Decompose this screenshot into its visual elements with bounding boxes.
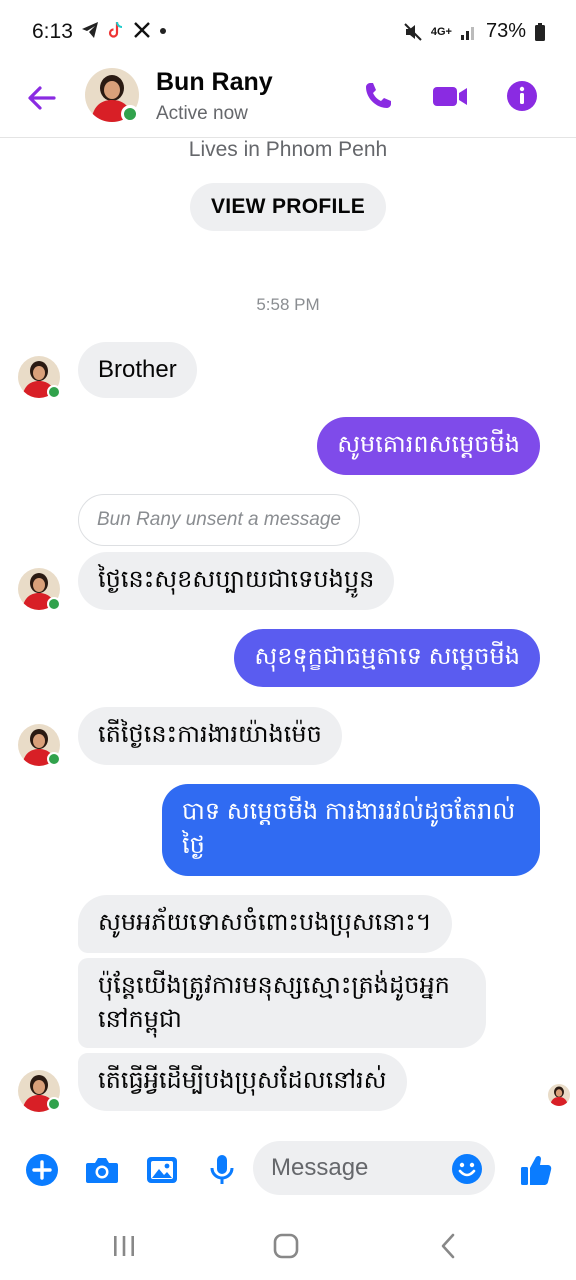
thumbs-up-icon: [521, 1155, 552, 1185]
back-button[interactable]: [24, 80, 60, 116]
emoji-button[interactable]: [451, 1153, 483, 1185]
message-bubble-outgoing[interactable]: សុខទុក្ខជាធម្មតាទេ សម្តេចមីង: [234, 629, 540, 687]
info-icon: [507, 81, 537, 111]
more-actions-button[interactable]: [24, 1152, 60, 1188]
online-indicator: [121, 105, 139, 123]
view-profile-button[interactable]: VIEW PROFILE: [190, 183, 386, 231]
message-timestamp: 5:58 PM: [256, 295, 320, 314]
nav-back-button[interactable]: [428, 1228, 468, 1264]
online-indicator: [47, 385, 61, 399]
status-bar: 6:13 4G+ 73%: [0, 0, 576, 62]
mute-icon: [404, 22, 422, 41]
back-arrow-icon: [28, 86, 56, 110]
camera-icon: [86, 1158, 118, 1183]
video-call-button[interactable]: [430, 76, 470, 116]
battery-icon: [535, 22, 545, 41]
gallery-icon: [147, 1157, 177, 1183]
chat-header: Bun Rany Active now: [0, 62, 576, 138]
online-indicator: [47, 597, 61, 611]
phone-icon: [366, 83, 391, 108]
microphone-icon: [210, 1155, 234, 1184]
contact-status: Active now: [156, 103, 248, 124]
recent-apps-icon: [114, 1236, 134, 1256]
emoji-icon: [452, 1154, 482, 1184]
plus-icon: [26, 1154, 58, 1186]
status-time: 6:13: [32, 20, 73, 43]
message-bubble-incoming[interactable]: តើថ្ងៃនេះការងារយ៉ាងម៉េច: [78, 707, 342, 765]
seen-receipt-avatar: [548, 1084, 570, 1106]
notification-icons: [80, 20, 168, 40]
network-type: 4G+: [430, 25, 452, 38]
x-icon: [134, 22, 150, 38]
telegram-icon: [82, 22, 98, 38]
home-icon: [273, 1233, 299, 1259]
online-indicator: [47, 752, 61, 766]
message-bubble-incoming[interactable]: សូមអភ័យទោសចំពោះបងប្រុសនោះ។: [78, 895, 452, 953]
like-button[interactable]: [518, 1152, 554, 1188]
signal-icon: [460, 26, 474, 40]
home-button[interactable]: [266, 1228, 306, 1264]
audio-call-button[interactable]: [358, 76, 398, 116]
message-bubble-incoming[interactable]: Brother: [78, 342, 197, 398]
unsent-message-notice: Bun Rany unsent a message: [78, 494, 360, 546]
dot-icon: [160, 28, 166, 34]
info-button[interactable]: [502, 76, 542, 116]
lives-in-text: Lives in Phnom Penh: [188, 138, 388, 161]
message-bubble-incoming[interactable]: តើធ្វើអ្វីដើម្បីបងប្រុសដែលនៅរស់: [78, 1053, 407, 1111]
message-bubble-incoming[interactable]: ថ្ងៃនេះសុខសប្បាយជាទេបងប្អូន: [78, 552, 395, 610]
battery-percent: 73%: [485, 20, 526, 42]
video-icon: [433, 87, 467, 106]
voice-button[interactable]: [204, 1152, 240, 1188]
system-navigation-bar: [0, 1210, 576, 1280]
contact-name[interactable]: Bun Rany: [156, 68, 273, 97]
message-bubble-outgoing[interactable]: បាទ សម្តេចមីង ការងាររវល់ដូចតែរាល់ថ្ងៃ: [162, 784, 540, 876]
system-icons: 4G+ 73%: [403, 20, 546, 43]
message-bubble-incoming[interactable]: ប៉ុន្តែយើងត្រូវការមនុស្សស្មោះត្រង់ដូចអ្ន…: [78, 958, 486, 1048]
gallery-button[interactable]: [144, 1152, 180, 1188]
back-icon: [441, 1233, 455, 1259]
recent-apps-button[interactable]: [104, 1228, 144, 1264]
tiktok-icon: [108, 21, 123, 38]
message-bubble-outgoing[interactable]: សូមគោរពសម្តេចមីង: [317, 417, 540, 475]
online-indicator: [47, 1097, 61, 1111]
message-composer: [0, 1140, 576, 1200]
camera-button[interactable]: [84, 1152, 120, 1188]
